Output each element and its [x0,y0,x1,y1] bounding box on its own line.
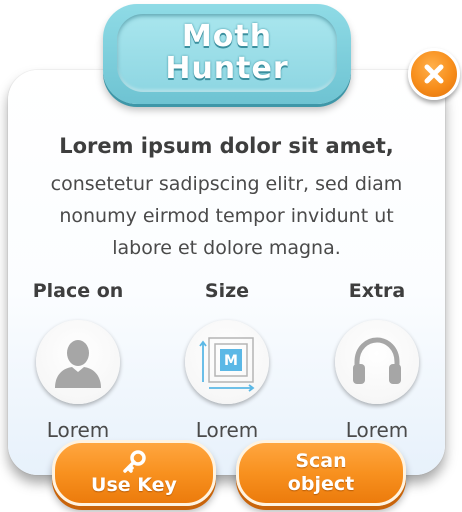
size-m-icon: M [199,337,255,392]
use-key-label: Use Key [91,473,177,496]
person-icon [55,340,101,388]
message-line-3: labore et dolore magna. [112,237,341,259]
option-extra-circle[interactable] [335,320,419,404]
title-line-2: Hunter [165,51,289,86]
title-banner: Moth Hunter [103,4,351,104]
message-line-2: nonumy eirmod tempor invidunt ut [59,205,394,227]
option-caption: Lorem [195,418,259,442]
title-inner: Moth Hunter [117,14,337,92]
message-line-1: consetetur sadipscing elitr, sed diam [50,173,403,195]
size-badge-text: M [224,353,238,369]
option-label: Place on [32,280,124,302]
option-place-on[interactable]: Place on Lorem [8,280,148,442]
option-label: Size [204,280,250,302]
option-caption: Lorem [46,418,110,442]
scan-object-button[interactable]: Scan object [236,440,406,506]
option-label: Extra [348,280,406,302]
option-size[interactable]: Size M Lorem [157,280,297,442]
close-button[interactable] [408,48,460,100]
option-caption: Lorem [345,418,409,442]
option-size-circle[interactable]: M [185,320,269,404]
option-extra[interactable]: Extra Lorem [307,280,447,442]
message-body: consetetur sadipscing elitr, sed diam no… [20,168,433,264]
scan-label-line-2: object [287,473,355,495]
use-key-button[interactable]: Use Key [52,440,216,506]
scan-label-line-1: Scan [295,450,347,472]
close-x-icon [424,64,444,84]
headphones-icon [353,337,401,384]
option-place-on-circle[interactable] [36,320,120,404]
title-line-1: Moth [181,19,273,54]
key-icon [123,449,146,473]
message-heading: Lorem ipsum dolor sit amet, [59,134,394,158]
